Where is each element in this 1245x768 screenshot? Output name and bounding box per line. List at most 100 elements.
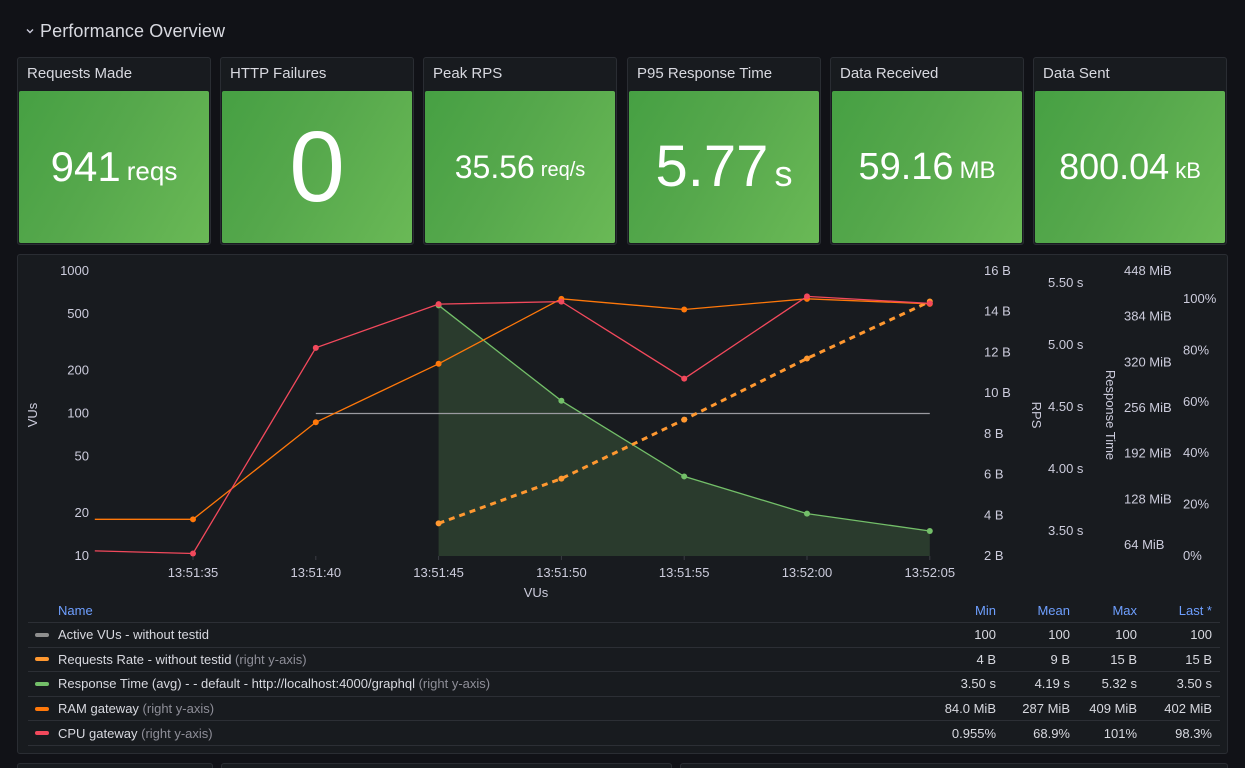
legend-last: 402 MiB bbox=[1164, 701, 1212, 717]
data-point-requests-rate-without-testid[interactable] bbox=[804, 355, 810, 362]
stat-panel-data-received[interactable]: Data Received 59.16 MB bbox=[830, 57, 1024, 245]
stat-value-area: 800.04 kB bbox=[1035, 91, 1225, 243]
data-point-ram-gateway[interactable] bbox=[681, 306, 688, 313]
next-panel-edge bbox=[17, 763, 213, 768]
response-time-axis-tick: 5.00 s bbox=[1048, 337, 1084, 352]
next-panel-edge bbox=[221, 763, 672, 768]
ram-axis-tick: 192 MiB bbox=[1124, 446, 1172, 461]
legend-row-active-vus[interactable]: Active VUs - without testid 100 100 100 … bbox=[28, 623, 1220, 648]
left-axis-tick: 50 bbox=[75, 448, 89, 463]
x-axis-tick: 13:51:35 bbox=[168, 565, 219, 580]
data-point-response-time-avg-default-http-localhost-4000-graphql[interactable] bbox=[804, 510, 810, 517]
legend-series-name[interactable]: Active VUs - without testid bbox=[58, 627, 209, 642]
data-point-ram-gateway[interactable] bbox=[435, 360, 442, 367]
legend-row-response-time[interactable]: Response Time (avg) - - default - http:/… bbox=[28, 672, 1220, 697]
rps-axis-ticks: 16 B 14 B 12 B 10 B 8 B 6 B 4 B 2 B bbox=[984, 263, 1011, 563]
series-color-swatch[interactable] bbox=[35, 681, 49, 686]
rps-axis-tick: 8 B bbox=[984, 426, 1004, 441]
data-point-cpu-gateway[interactable] bbox=[312, 344, 319, 351]
legend-series-name[interactable]: Response Time (avg) - - default - http:/… bbox=[58, 676, 490, 691]
row-header-performance-overview[interactable]: Performance Overview bbox=[24, 18, 225, 44]
response-time-axis-tick: 3.50 s bbox=[1048, 523, 1084, 538]
legend-last: 15 B bbox=[1185, 651, 1212, 667]
stat-unit: req/s bbox=[540, 159, 586, 181]
series-color-swatch[interactable] bbox=[35, 632, 49, 637]
data-point-ram-gateway[interactable] bbox=[190, 516, 196, 523]
series-color-swatch[interactable] bbox=[35, 731, 49, 736]
ram-axis-tick: 64 MiB bbox=[1124, 537, 1164, 552]
response-time-axis-tick: 5.50 s bbox=[1048, 275, 1084, 290]
cpu-axis-tick: 20% bbox=[1183, 497, 1209, 512]
rps-axis-tick: 16 B bbox=[984, 263, 1011, 278]
next-panel-edge bbox=[680, 763, 1228, 768]
data-point-response-time-avg-default-http-localhost-4000-graphql[interactable] bbox=[558, 397, 565, 404]
data-point-cpu-gateway[interactable] bbox=[435, 301, 442, 308]
stat-value: 941 bbox=[50, 143, 121, 190]
cpu-axis-tick: 100% bbox=[1183, 291, 1217, 306]
cpu-axis-tick: 0% bbox=[1183, 548, 1202, 563]
series-color-swatch[interactable] bbox=[35, 657, 49, 662]
rps-axis-tick: 12 B bbox=[984, 344, 1011, 359]
stat-panel-http-failures[interactable]: HTTP Failures 0 bbox=[220, 57, 414, 245]
legend-header-name[interactable]: Name bbox=[58, 603, 93, 618]
ram-axis-tick: 256 MiB bbox=[1124, 400, 1172, 415]
legend-row-cpu-gateway[interactable]: CPU gateway (right y-axis) 0.955% 68.9% … bbox=[28, 721, 1220, 746]
rps-axis-label: RPS bbox=[1029, 402, 1044, 429]
stat-value-area: 59.16 MB bbox=[832, 91, 1022, 243]
legend-series-name[interactable]: Requests Rate - without testid (right y-… bbox=[58, 652, 307, 667]
timeseries-chart[interactable]: 1000500200100502010 13:51:35 13:51:40 13:5… bbox=[18, 255, 1229, 600]
stat-panel-data-sent[interactable]: Data Sent 800.04 kB bbox=[1033, 57, 1227, 245]
x-axis-ticks: 13:51:35 13:51:40 13:51:45 13:51:50 13:51:55… bbox=[168, 556, 955, 580]
stat-title: Peak RPS bbox=[433, 65, 503, 82]
x-axis-tick: 13:51:40 bbox=[290, 565, 341, 580]
legend-last: 100 bbox=[1190, 627, 1212, 643]
response-time-axis-label: Response Time bbox=[1103, 370, 1118, 460]
legend-row-requests-rate[interactable]: Requests Rate - without testid (right y-… bbox=[28, 648, 1220, 673]
left-axis-tick: 20 bbox=[75, 505, 89, 520]
data-point-cpu-gateway[interactable] bbox=[681, 375, 688, 382]
ram-axis-tick: 384 MiB bbox=[1124, 309, 1172, 324]
data-point-cpu-gateway[interactable] bbox=[190, 550, 196, 557]
stat-value: 0 bbox=[289, 111, 345, 223]
left-axis-tick: 1000 bbox=[60, 263, 89, 278]
stat-title: HTTP Failures bbox=[230, 65, 327, 82]
legend-row-ram-gateway[interactable]: RAM gateway (right y-axis) 84.0 MiB 287 … bbox=[28, 697, 1220, 722]
stat-value: 5.77 bbox=[655, 134, 769, 199]
series-layer bbox=[94, 293, 933, 557]
stat-title: P95 Response Time bbox=[637, 65, 773, 82]
left-axis-tick: 10 bbox=[75, 548, 89, 563]
stat-panel-peak-rps[interactable]: Peak RPS 35.56 req/s bbox=[423, 57, 617, 245]
x-axis-tick: 13:52:05 bbox=[904, 565, 955, 580]
stat-unit: reqs bbox=[126, 156, 178, 186]
legend-series-name[interactable]: CPU gateway (right y-axis) bbox=[58, 726, 213, 741]
left-axis-ticks: 1000 500 200 100 50 20 10 bbox=[60, 263, 89, 563]
legend-header-last[interactable]: Last * bbox=[1122, 603, 1212, 618]
left-axis-tick: 500 bbox=[67, 306, 89, 321]
rps-axis-tick: 14 B bbox=[984, 304, 1011, 319]
data-point-cpu-gateway[interactable] bbox=[804, 293, 810, 300]
data-point-requests-rate-without-testid[interactable] bbox=[435, 520, 442, 527]
cpu-axis-tick: 40% bbox=[1183, 445, 1209, 460]
ram-axis-tick: 320 MiB bbox=[1124, 354, 1172, 369]
data-point-cpu-gateway[interactable] bbox=[926, 300, 933, 307]
series-color-swatch[interactable] bbox=[35, 706, 49, 711]
data-point-response-time-avg-default-http-localhost-4000-graphql[interactable] bbox=[681, 473, 688, 480]
data-point-requests-rate-without-testid[interactable] bbox=[681, 416, 688, 423]
legend-last: 98.3% bbox=[1175, 725, 1212, 741]
legend-last: 3.50 s bbox=[1176, 676, 1212, 692]
data-point-requests-rate-without-testid[interactable] bbox=[558, 475, 565, 482]
stat-title: Requests Made bbox=[27, 65, 133, 82]
legend-series-name[interactable]: RAM gateway (right y-axis) bbox=[58, 701, 214, 716]
stat-panel-requests-made[interactable]: Requests Made 941 reqs bbox=[17, 57, 211, 245]
data-point-ram-gateway[interactable] bbox=[312, 419, 319, 426]
stat-value-area: 941 reqs bbox=[19, 91, 209, 243]
data-point-cpu-gateway[interactable] bbox=[558, 298, 565, 305]
series-area-response-time-avg-default-http-localhost-4000-graphql bbox=[438, 305, 930, 556]
timeseries-panel[interactable]: 1000 500 200 100 50 20 10 13:51:35 13:51:40 13:5… bbox=[17, 254, 1228, 754]
data-point-response-time-avg-default-http-localhost-4000-graphql[interactable] bbox=[926, 528, 933, 534]
stat-panel-p95-response-time[interactable]: P95 Response Time 5.77 s bbox=[627, 57, 821, 245]
stat-unit: MB bbox=[959, 157, 996, 184]
left-axis-tick: 100 bbox=[67, 406, 89, 421]
x-axis-tick: 13:51:50 bbox=[536, 565, 587, 580]
rps-axis-tick: 6 B bbox=[984, 467, 1004, 482]
